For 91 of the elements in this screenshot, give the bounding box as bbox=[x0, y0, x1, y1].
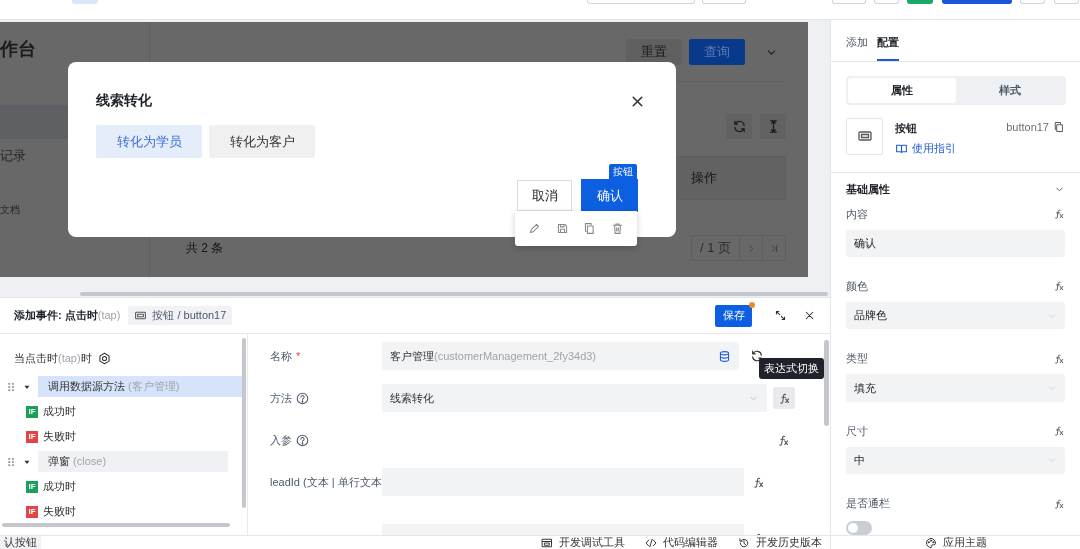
tool-button[interactable]: 代码编辑器 bbox=[645, 536, 718, 549]
field-label: 名称 bbox=[270, 348, 292, 364]
function-icon[interactable] bbox=[1053, 497, 1065, 510]
chevron-down-icon bbox=[1047, 383, 1057, 393]
required-mark: * bbox=[296, 350, 301, 362]
copy-icon[interactable] bbox=[583, 222, 597, 235]
property-label: 内容 bbox=[846, 206, 868, 222]
dialog-tab[interactable]: 转化为学员 bbox=[96, 125, 202, 158]
page-title: 作台 bbox=[0, 38, 37, 61]
function-icon[interactable] bbox=[777, 433, 790, 447]
property-label: 颜色 bbox=[846, 278, 868, 294]
horizontal-scrollbar[interactable] bbox=[2, 523, 230, 527]
panel-tab[interactable]: 配置 bbox=[877, 35, 899, 61]
dialog-title: 线索转化 bbox=[96, 92, 152, 110]
tooltip: 表达式切换 bbox=[759, 358, 824, 379]
trigger-label: 当点击时(tap)时 bbox=[14, 350, 92, 366]
confirm-button[interactable]: 确认 bbox=[582, 180, 637, 211]
expression-button[interactable] bbox=[773, 387, 795, 409]
selection-label: 按钮 bbox=[609, 164, 637, 180]
panel-tab[interactable]: 添加 bbox=[846, 35, 868, 61]
vertical-scrollbar[interactable] bbox=[242, 338, 246, 508]
branch-item[interactable]: 失败时 bbox=[43, 429, 76, 444]
settings-icon[interactable] bbox=[97, 351, 111, 365]
delete-icon[interactable] bbox=[610, 222, 624, 235]
button-component-icon bbox=[134, 309, 148, 322]
dialog-tab[interactable]: 转化为客户 bbox=[209, 125, 315, 158]
cancel-button[interactable]: 取消 bbox=[517, 180, 572, 211]
property-label: 是否通栏 bbox=[846, 496, 890, 512]
condition-badge: IF bbox=[26, 430, 38, 443]
function-icon[interactable] bbox=[1053, 208, 1065, 221]
action-item[interactable]: 弹窗 (close) bbox=[38, 451, 228, 472]
help-icon[interactable] bbox=[296, 391, 309, 405]
component-id: button17 bbox=[1006, 120, 1049, 133]
data-source-field[interactable]: 客户管理(customerManagement_2fy34d3) bbox=[382, 342, 739, 370]
function-icon bbox=[777, 391, 791, 405]
function-icon[interactable] bbox=[752, 475, 765, 489]
switch-icon[interactable] bbox=[750, 349, 764, 363]
save-button[interactable]: 保存 bbox=[715, 304, 752, 327]
branch-item[interactable]: 失败时 bbox=[43, 504, 76, 519]
expand-icon[interactable] bbox=[774, 309, 787, 322]
drag-handle-icon[interactable] bbox=[6, 380, 16, 393]
component-name: 按钮 bbox=[895, 120, 918, 136]
save-icon[interactable] bbox=[555, 222, 569, 235]
horizontal-scrollbar[interactable] bbox=[80, 292, 828, 296]
condition-badge: IF bbox=[26, 505, 38, 518]
function-icon[interactable] bbox=[1053, 352, 1065, 365]
select-field[interactable]: 品牌色 bbox=[846, 301, 1065, 330]
code-icon bbox=[645, 536, 657, 549]
close-icon[interactable] bbox=[803, 309, 816, 322]
method-select[interactable]: 线索转化 bbox=[382, 384, 767, 412]
field-label: 方法 bbox=[270, 390, 292, 406]
toggle-switch[interactable] bbox=[846, 521, 872, 535]
help-icon[interactable] bbox=[296, 433, 309, 447]
vertical-scrollbar[interactable] bbox=[824, 340, 829, 426]
select-field[interactable]: 填充 bbox=[846, 374, 1065, 402]
branch-item[interactable]: 成功时 bbox=[43, 479, 76, 494]
select-field[interactable]: 中 bbox=[846, 446, 1065, 475]
property-label: 尺寸 bbox=[846, 423, 868, 439]
page-count: / 1 页 bbox=[691, 236, 740, 260]
component-tag: 按钮 / button17 bbox=[128, 306, 233, 325]
database-icon bbox=[718, 349, 731, 363]
bottom-tab[interactable]: 认按钮 bbox=[0, 536, 41, 549]
property-label: 类型 bbox=[846, 351, 868, 367]
palette-icon bbox=[924, 536, 937, 549]
action-item[interactable]: 调用数据源方法 (客户管理) bbox=[38, 376, 243, 397]
input-field[interactable]: 确认 bbox=[846, 229, 1065, 257]
window-icon bbox=[541, 536, 553, 549]
field-label: 入参 bbox=[270, 432, 292, 448]
branch-item[interactable]: 成功时 bbox=[43, 404, 76, 419]
segment-tab[interactable]: 样式 bbox=[956, 78, 1064, 103]
drag-handle-icon[interactable] bbox=[6, 455, 16, 468]
copy-icon[interactable] bbox=[1053, 120, 1065, 133]
tool-button[interactable]: 开发调试工具 bbox=[541, 536, 625, 549]
refresh-button[interactable] bbox=[726, 114, 752, 139]
refresh-icon bbox=[731, 119, 747, 134]
column-header: 操作 bbox=[691, 169, 717, 187]
condition-badge: IF bbox=[26, 405, 38, 418]
function-icon[interactable] bbox=[1053, 425, 1065, 438]
condition-badge: IF bbox=[26, 480, 38, 493]
tool-button[interactable]: 开发历史版本 bbox=[738, 536, 822, 549]
section-title: 基础属性 bbox=[846, 182, 890, 198]
history-icon bbox=[738, 536, 750, 549]
guide-link[interactable]: 使用指引 bbox=[895, 140, 956, 156]
function-icon[interactable] bbox=[1053, 280, 1065, 293]
total-count: 共 2 条 bbox=[186, 239, 224, 257]
event-title: 添加事件: 点击时(tap) bbox=[14, 308, 121, 323]
edit-icon[interactable] bbox=[528, 222, 542, 235]
field-label: leadId (文本 | 单行文本 bbox=[270, 474, 382, 490]
theme-button[interactable]: 应用主题 bbox=[830, 536, 1080, 549]
segment-tab[interactable]: 属性 bbox=[848, 78, 956, 103]
row-height-button[interactable] bbox=[760, 114, 786, 139]
